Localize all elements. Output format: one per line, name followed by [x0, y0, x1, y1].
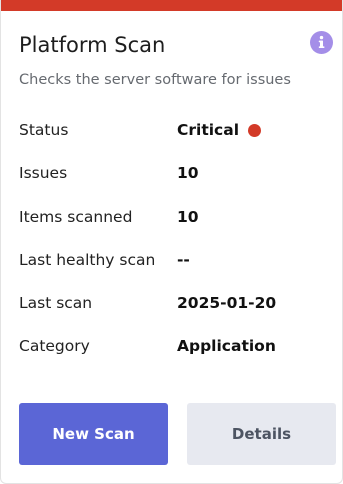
status-indicator-dot	[248, 123, 262, 137]
info-glyph-icon	[318, 35, 325, 48]
status-row: Status Critical	[19, 114, 329, 157]
category-value: Application	[177, 337, 276, 356]
last-healthy-scan-row: Last healthy scan --	[19, 244, 329, 287]
issues-row: Issues 10	[19, 157, 329, 200]
category-row: Category Application	[19, 330, 329, 373]
status-label: Status	[19, 121, 69, 139]
last-healthy-scan-label: Last healthy scan	[19, 250, 156, 269]
last-scan-value: 2025-01-20	[177, 294, 277, 313]
category-label: Category	[19, 337, 90, 356]
issues-label: Issues	[19, 164, 68, 183]
items-scanned-value: 10	[177, 207, 199, 226]
status-value-group: Critical	[177, 121, 262, 139]
card-subtitle: Checks the server software for issues	[19, 72, 291, 88]
details-list: Status Critical Issues 10 Items scanned …	[19, 114, 329, 374]
items-scanned-label: Items scanned	[19, 207, 133, 226]
card-title: Platform Scan	[19, 33, 166, 57]
new-scan-button[interactable]: New Scan	[19, 403, 168, 465]
details-button[interactable]: Details	[187, 403, 336, 465]
last-scan-label: Last scan	[19, 294, 93, 313]
status-value: Critical	[177, 121, 240, 139]
items-scanned-row: Items scanned 10	[19, 201, 329, 244]
status-accent-bar	[1, 0, 342, 11]
issues-value: 10	[177, 164, 199, 183]
info-icon[interactable]	[310, 31, 333, 54]
last-scan-row: Last scan 2025-01-20	[19, 287, 329, 330]
scan-card: Platform Scan Checks the server software…	[0, 0, 343, 484]
last-healthy-scan-value: --	[177, 250, 190, 269]
